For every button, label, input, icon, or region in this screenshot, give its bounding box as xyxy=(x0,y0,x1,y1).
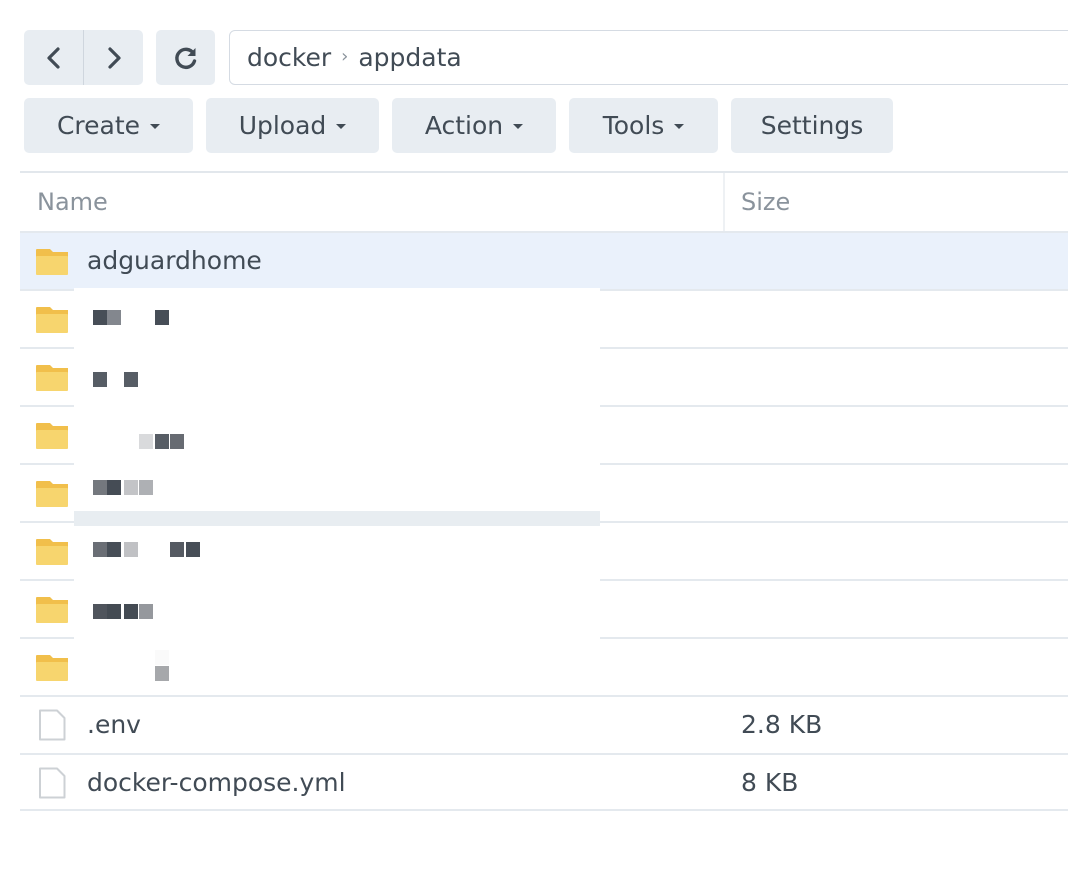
tools-button[interactable]: Tools xyxy=(569,98,718,153)
pixelated-block xyxy=(93,310,107,325)
column-header-size[interactable]: Size xyxy=(741,188,790,216)
back-button[interactable] xyxy=(24,30,83,85)
chevron-left-icon xyxy=(46,46,60,69)
action-button-label: Action xyxy=(424,111,504,140)
row-name: .env xyxy=(87,710,141,739)
file-row[interactable]: .env 2.8 KB xyxy=(20,695,1068,753)
folder-icon xyxy=(35,538,69,570)
breadcrumb-segment-current[interactable]: appdata xyxy=(358,43,461,72)
row-size: 8 KB xyxy=(741,768,799,797)
pixelated-block xyxy=(124,542,138,557)
upload-button-label: Upload xyxy=(238,111,327,140)
pixelated-block xyxy=(93,372,107,387)
column-resize-handle[interactable] xyxy=(723,173,725,231)
folder-icon xyxy=(35,422,69,454)
chevron-right-icon xyxy=(107,46,121,69)
pixelated-block xyxy=(124,480,138,495)
pixelated-block xyxy=(107,604,121,619)
settings-button-label: Settings xyxy=(760,111,864,140)
row-name: adguardhome xyxy=(87,246,262,275)
caret-down-icon xyxy=(150,124,161,129)
create-button-label: Create xyxy=(56,111,141,140)
folder-icon xyxy=(35,480,69,512)
folder-row[interactable]: adguardhome xyxy=(20,231,1068,289)
file-row[interactable]: docker-compose.yml 8 KB xyxy=(20,753,1068,811)
table-header: Name Size xyxy=(20,173,1068,231)
pixelated-block xyxy=(155,666,169,681)
column-header-name[interactable]: Name xyxy=(37,188,108,216)
create-button[interactable]: Create xyxy=(24,98,193,153)
forward-button[interactable] xyxy=(84,30,143,85)
folder-icon xyxy=(35,248,69,280)
action-button[interactable]: Action xyxy=(392,98,556,153)
pixelated-block xyxy=(186,542,200,557)
breadcrumb-segment[interactable]: docker xyxy=(247,43,331,72)
pixelated-block xyxy=(139,480,153,495)
file-icon xyxy=(37,709,67,745)
pixelated-block xyxy=(107,310,121,325)
pixelated-block xyxy=(107,542,121,557)
pixelated-block xyxy=(124,604,138,619)
pixelated-block xyxy=(93,480,107,495)
pixelated-block xyxy=(107,480,121,495)
pixelated-block xyxy=(155,434,169,449)
caret-down-icon xyxy=(336,124,347,129)
folder-icon xyxy=(35,306,69,338)
tools-button-label: Tools xyxy=(602,111,665,140)
pixelated-block xyxy=(124,372,138,387)
redaction-strip xyxy=(74,511,600,526)
folder-icon xyxy=(35,654,69,686)
breadcrumb-separator-icon: › xyxy=(341,46,349,67)
folder-icon xyxy=(35,596,69,628)
settings-button[interactable]: Settings xyxy=(731,98,893,153)
pixelated-block xyxy=(155,650,169,665)
pixelated-block xyxy=(139,434,153,449)
path-bar[interactable]: docker › appdata xyxy=(229,30,1068,85)
upload-button[interactable]: Upload xyxy=(206,98,379,153)
row-name: docker-compose.yml xyxy=(87,768,346,797)
refresh-icon xyxy=(174,47,196,69)
caret-down-icon xyxy=(513,124,524,129)
file-icon xyxy=(37,767,67,803)
row-size: 2.8 KB xyxy=(741,710,823,739)
pixelated-block xyxy=(170,542,184,557)
pixelated-block xyxy=(155,310,169,325)
pixelated-block xyxy=(93,542,107,557)
caret-down-icon xyxy=(674,124,685,129)
pixelated-block xyxy=(170,434,184,449)
refresh-button[interactable] xyxy=(156,30,215,85)
folder-icon xyxy=(35,364,69,396)
history-nav-group xyxy=(24,30,143,85)
pixelated-block xyxy=(139,604,153,619)
pixelated-block xyxy=(93,604,107,619)
